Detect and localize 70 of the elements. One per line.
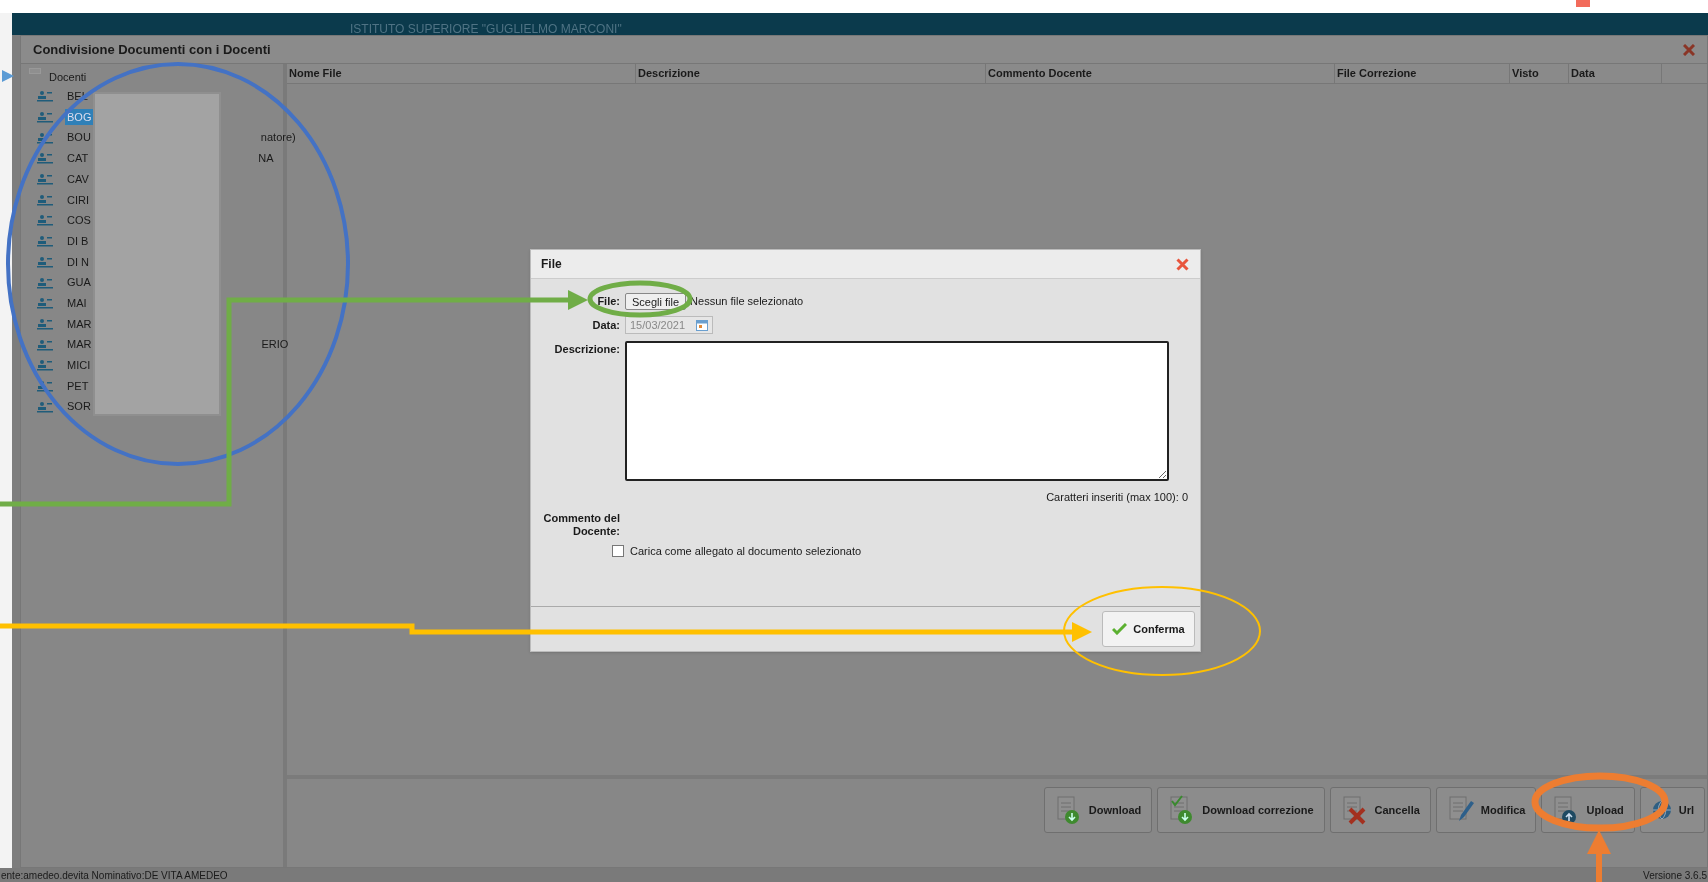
- file-label: File:: [596, 293, 621, 309]
- attach-label: Carica come allegato al documento selezionato: [630, 543, 862, 559]
- description-label: Descrizione:: [553, 342, 621, 357]
- teacher-item[interactable]: MAR: [65, 336, 94, 353]
- person-card-icon: [37, 214, 53, 227]
- teacher-item[interactable]: SOR: [65, 398, 93, 415]
- toolbar-button[interactable]: Modifica: [1435, 787, 1537, 833]
- teacher-item[interactable]: GUA: [65, 274, 93, 291]
- annotation-arrow: [1587, 830, 1611, 882]
- person-card-icon: [37, 276, 53, 289]
- column-header[interactable]: Descrizione: [636, 64, 986, 83]
- close-button[interactable]: [1683, 43, 1695, 56]
- teacher-item[interactable]: CIRI: [65, 191, 91, 209]
- column-header[interactable]: Nome File: [287, 64, 636, 83]
- attach-checkbox[interactable]: [612, 544, 624, 557]
- school-name: ISTITUTO SUPERIORE "GUGLIELMO MARCONI": [350, 23, 622, 35]
- teacher-item[interactable]: MICI: [65, 357, 93, 374]
- status-user: ente:amedeo.devita Nominativo:DE VITA AMEDEO: [1, 868, 228, 882]
- annotation-arrow-icon: [2, 70, 14, 82]
- column-header[interactable]: File Correzione: [1335, 64, 1510, 83]
- description-field[interactable]: [625, 341, 1169, 481]
- person-card-icon: [37, 255, 53, 268]
- confirm-button[interactable]: Conferma: [1102, 611, 1195, 647]
- calendar-icon: [696, 319, 708, 331]
- teacher-item-tail: natore): [260, 130, 296, 146]
- teacher-item[interactable]: BOG: [65, 108, 94, 126]
- column-header[interactable]: Commento Docente: [986, 64, 1335, 83]
- close-button[interactable]: [1175, 256, 1190, 272]
- teacher-item[interactable]: BOU: [65, 129, 93, 146]
- person-card-icon: [37, 235, 53, 248]
- teacher-item[interactable]: COS: [65, 212, 93, 229]
- teacher-item[interactable]: MAI: [65, 294, 89, 312]
- comment-label: Commento del Docente:: [542, 511, 621, 538]
- window-title: Condivisione Documenti con i Docenti: [33, 40, 271, 59]
- person-card-icon: [37, 90, 53, 103]
- person-card-icon: [37, 400, 53, 413]
- teacher-item-tail: NA: [258, 151, 274, 167]
- close-icon: [1683, 43, 1695, 56]
- toolbar-button[interactable]: Cancella: [1329, 787, 1431, 833]
- annotation-mark: [1576, 0, 1590, 7]
- person-card-icon: [37, 359, 53, 372]
- toolbar-button[interactable]: Download: [1043, 787, 1153, 833]
- teacher-item[interactable]: MAR: [65, 315, 94, 333]
- teacher-item-tail: ERIO: [261, 337, 289, 353]
- person-card-icon: [37, 111, 53, 124]
- column-header[interactable]: Data: [1569, 64, 1662, 83]
- close-icon: [1176, 257, 1189, 271]
- person-card-icon: [37, 173, 53, 186]
- dialog-title: File: [541, 256, 562, 273]
- toolbar-button[interactable]: Download correzione: [1157, 787, 1325, 833]
- person-card-icon: [37, 131, 53, 144]
- date-label: Data:: [591, 317, 621, 333]
- column-header[interactable]: Visto: [1510, 64, 1569, 83]
- teacher-item[interactable]: CAV: [65, 170, 91, 188]
- globe-icon: [1650, 799, 1673, 821]
- person-card-icon: [37, 193, 53, 206]
- person-card-icon: [37, 379, 53, 392]
- tree-root-label: Docenti: [49, 69, 87, 85]
- status-version: Versione 3.6.5: [1643, 868, 1707, 882]
- person-card-icon: [37, 317, 53, 330]
- person-card-icon: [37, 297, 53, 310]
- teacher-item[interactable]: CAT: [65, 150, 91, 167]
- choose-file-button[interactable]: Scegli file: [625, 292, 687, 310]
- person-card-icon: [37, 152, 53, 165]
- person-card-icon: [37, 338, 53, 351]
- teacher-item[interactable]: DI N: [65, 253, 91, 271]
- teacher-item[interactable]: DI B: [65, 232, 91, 250]
- check-icon: [1112, 623, 1128, 635]
- teacher-item[interactable]: PET: [65, 377, 91, 395]
- character-counter: Caratteri inseriti (max 100): 0: [1046, 490, 1188, 505]
